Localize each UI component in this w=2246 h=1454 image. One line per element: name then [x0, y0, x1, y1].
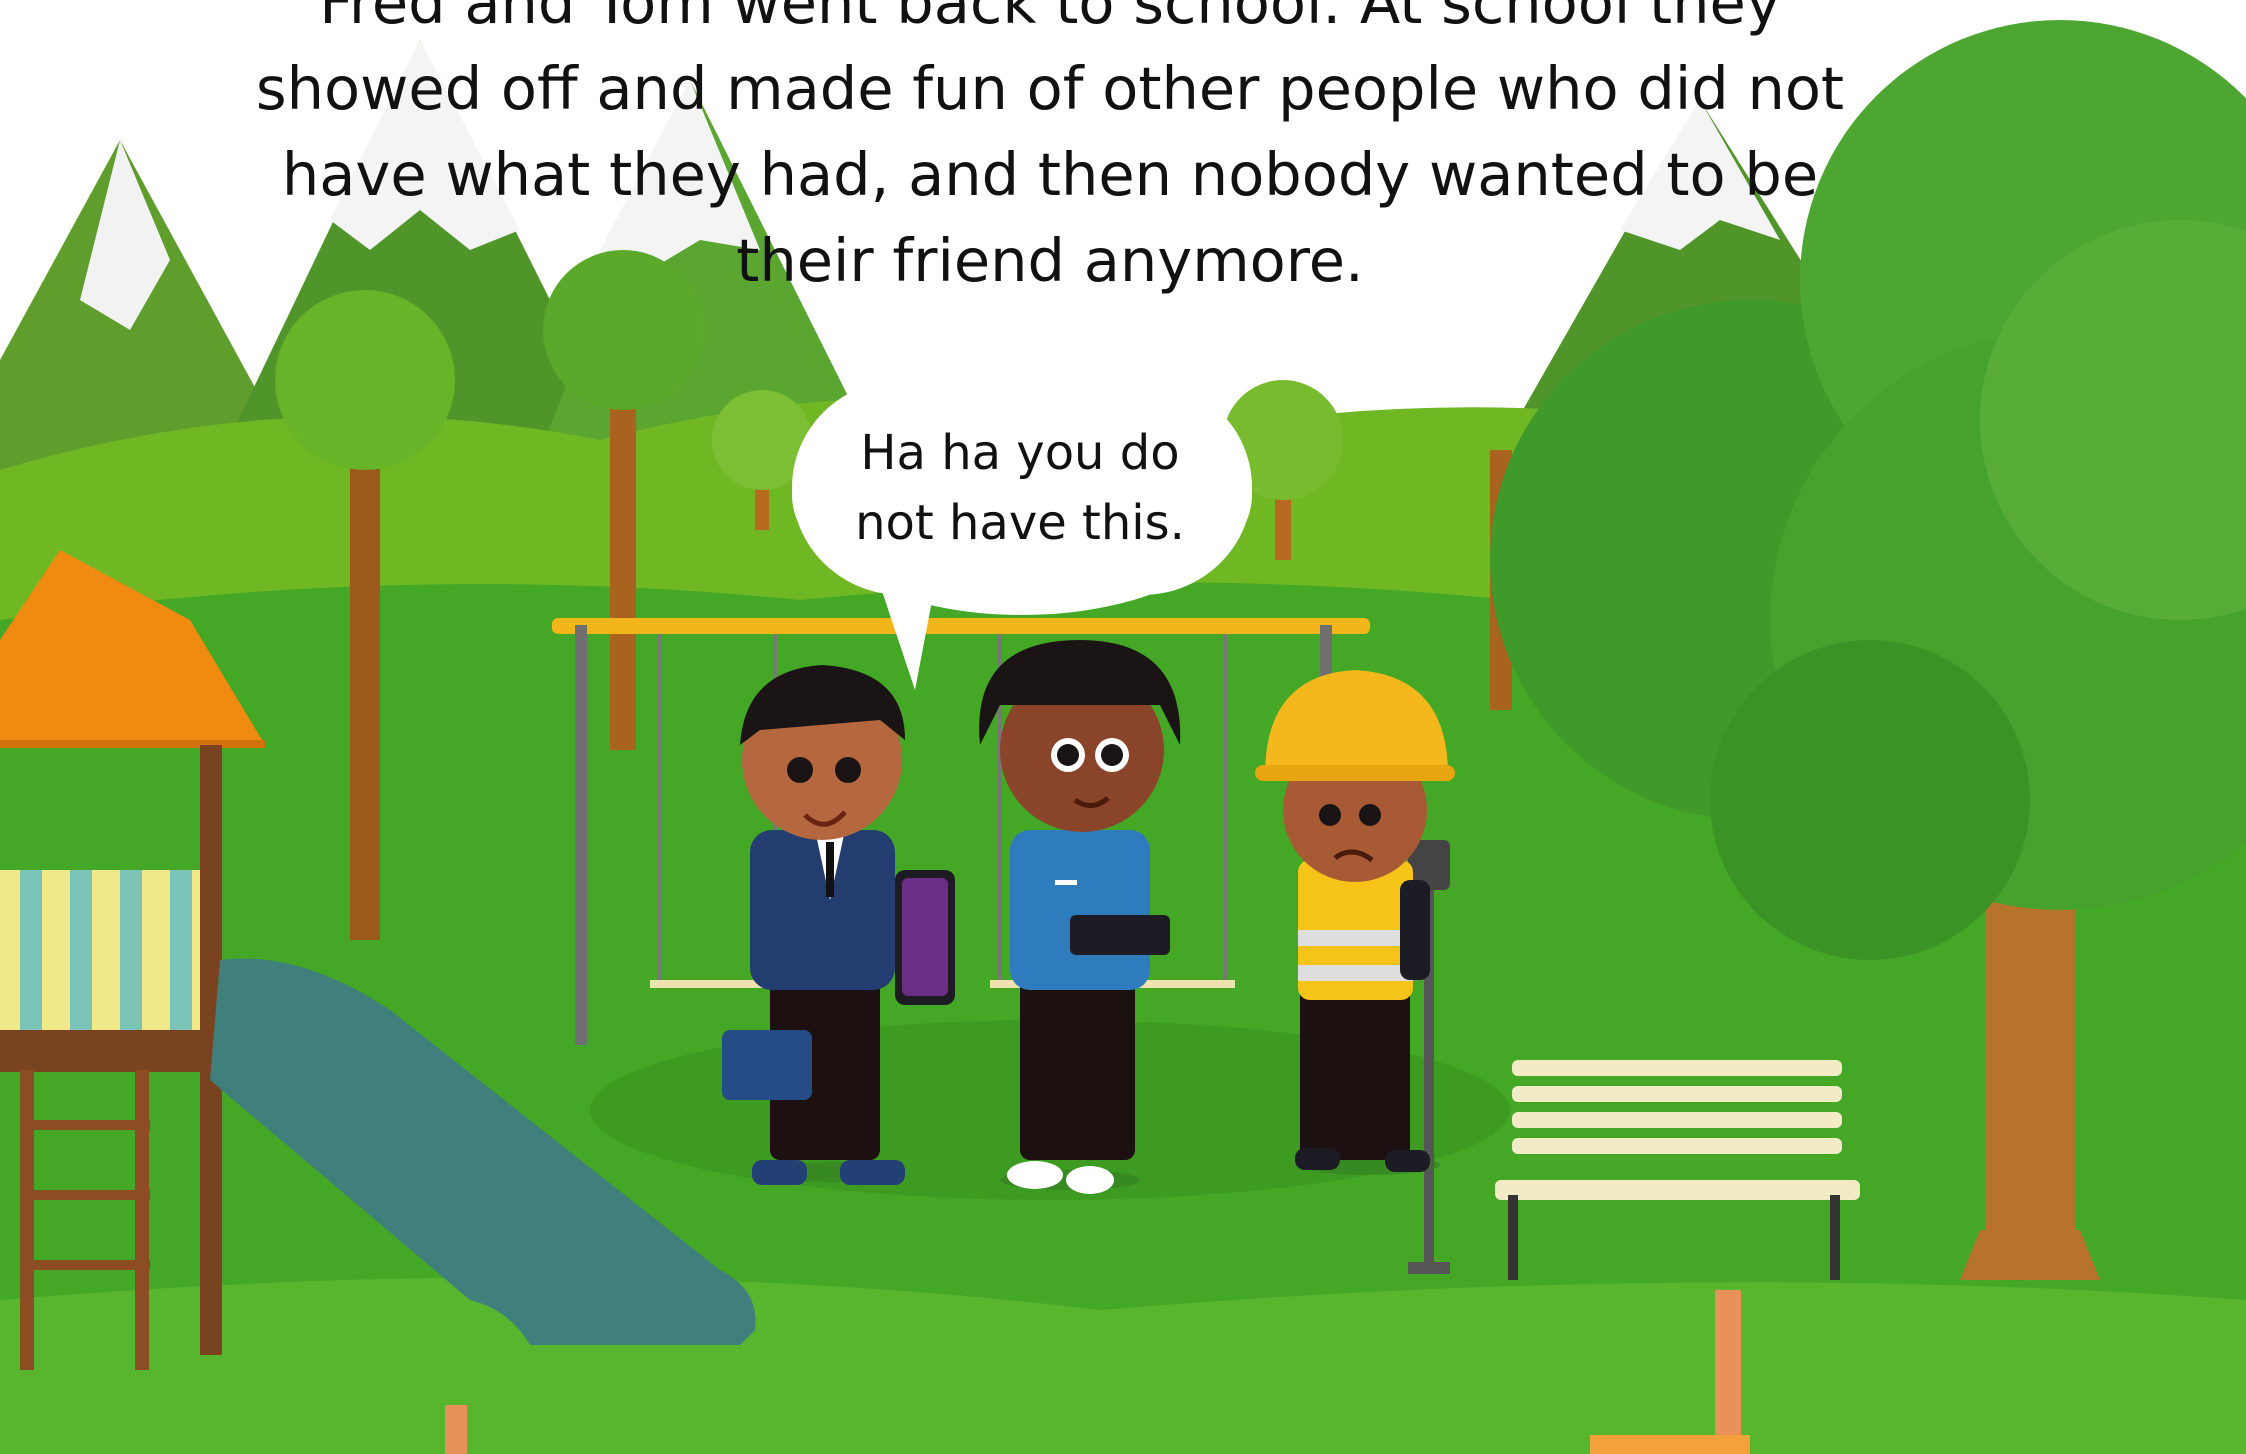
- narration-line-1: Fred and Tom went back to school. At sch…: [319, 0, 1781, 37]
- speech-line-2: not have this.: [855, 495, 1185, 551]
- narration-line-3: have what they had, and then nobody want…: [281, 140, 1819, 209]
- speech-bubble-text: Ha ha you do not have this.: [820, 418, 1220, 558]
- narration-text: Fred and Tom went back to school. At sch…: [200, 0, 1900, 295]
- narration-line-4: their friend anymore.: [736, 226, 1364, 295]
- speech-line-1: Ha ha you do: [860, 425, 1180, 481]
- narration-line-2: showed off and made fun of other people …: [255, 54, 1845, 123]
